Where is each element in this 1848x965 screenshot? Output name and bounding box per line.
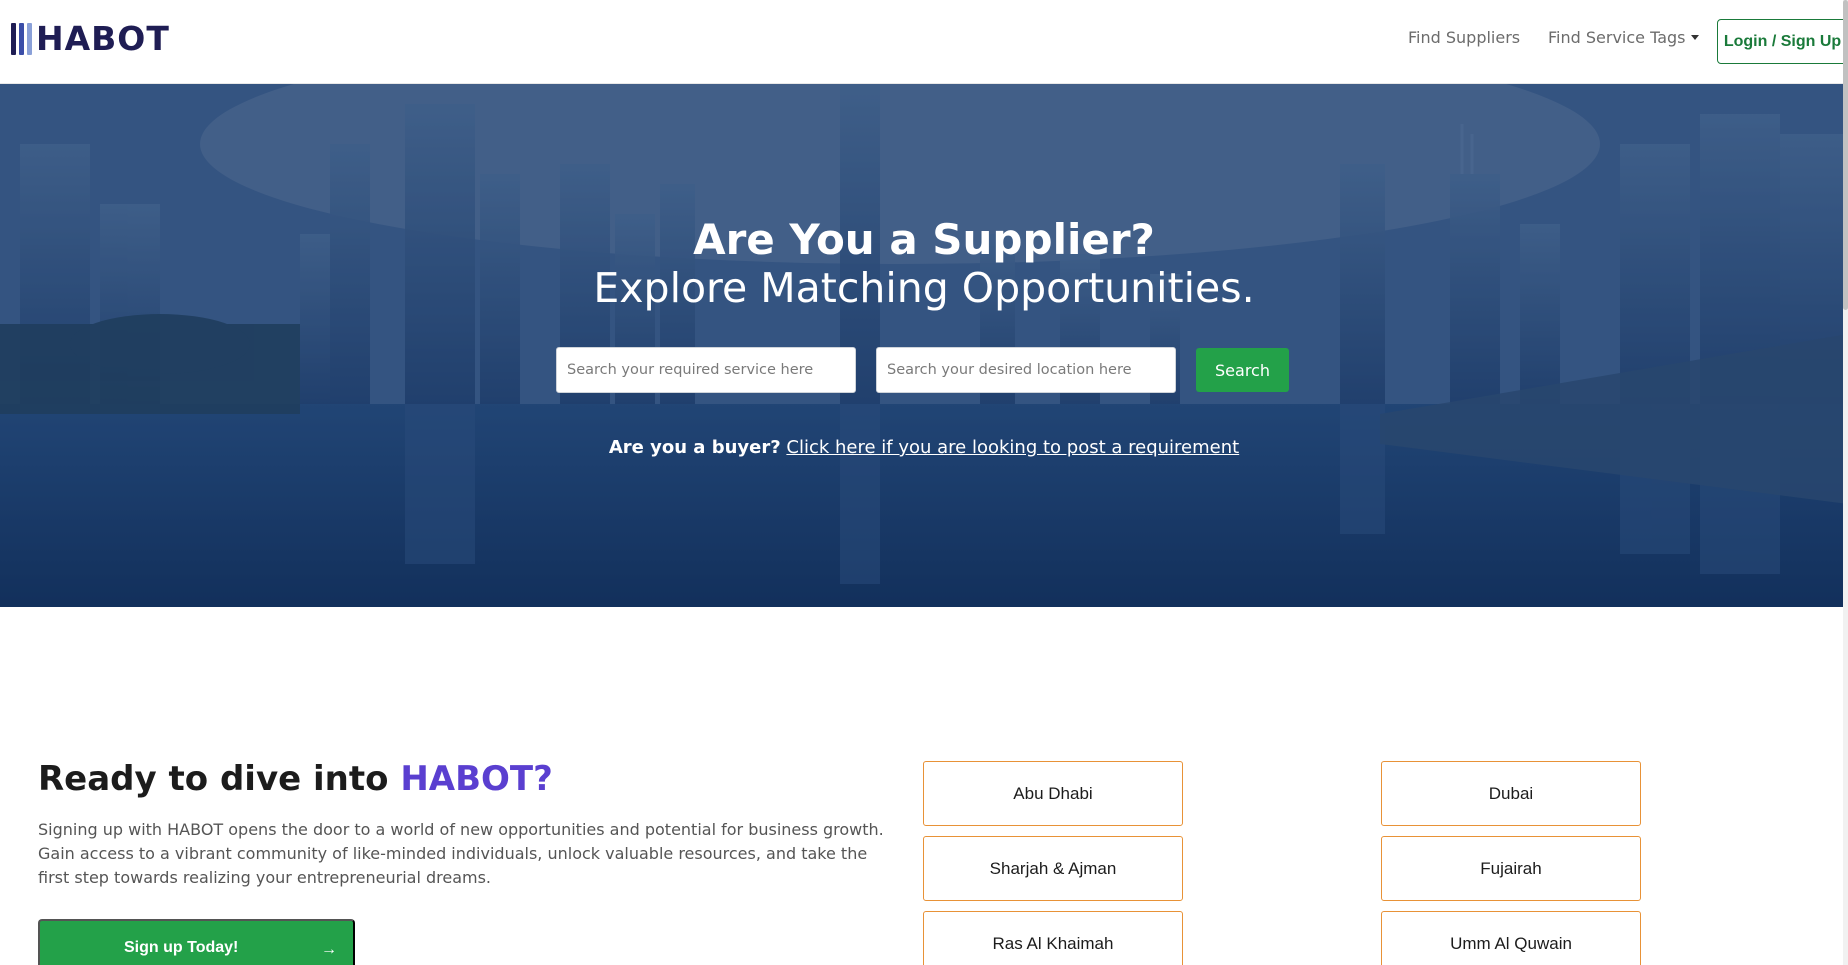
- location-search-input[interactable]: [876, 347, 1176, 393]
- login-signup-button[interactable]: Login / Sign Up: [1717, 19, 1848, 64]
- ready-heading-brand: HABOT?: [400, 759, 553, 799]
- location-abu-dhabi[interactable]: Abu Dhabi: [923, 761, 1183, 826]
- signup-today-button[interactable]: Sign up Today! →: [38, 919, 355, 965]
- location-dubai[interactable]: Dubai: [1381, 761, 1641, 826]
- location-umm-al-quwain[interactable]: Umm Al Quwain: [1381, 911, 1641, 965]
- location-sharjah-ajman[interactable]: Sharjah & Ajman: [923, 836, 1183, 901]
- hero-title: Are You a Supplier?: [693, 215, 1155, 264]
- caret-down-icon: [1690, 35, 1699, 40]
- nav-find-suppliers[interactable]: Find Suppliers: [1408, 28, 1520, 47]
- buyer-question: Are you a buyer?: [608, 437, 781, 458]
- hero-subtitle: Explore Matching Opportunities.: [593, 264, 1255, 312]
- location-fujairah[interactable]: Fujairah: [1381, 836, 1641, 901]
- ready-heading: Ready to dive into HABOT?: [38, 757, 553, 801]
- post-requirement-link[interactable]: Click here if you are looking to post a …: [786, 437, 1239, 458]
- buyer-prompt: Are you a buyer? Click here if you are l…: [0, 436, 1848, 460]
- service-search-input[interactable]: [556, 347, 856, 393]
- habot-logo[interactable]: HABOT: [11, 22, 170, 56]
- signup-today-label: Sign up Today!: [124, 939, 239, 956]
- search-button[interactable]: Search: [1196, 348, 1289, 392]
- ready-heading-prefix: Ready to dive into: [38, 759, 401, 799]
- nav-find-service-tags-label: Find Service Tags: [1548, 28, 1686, 47]
- scrollbar-thumb[interactable]: [1843, 0, 1848, 310]
- ready-description: Signing up with HABOT opens the door to …: [38, 820, 884, 887]
- location-ras-al-khaimah[interactable]: Ras Al Khaimah: [923, 911, 1183, 965]
- logo-bars-icon: [11, 23, 32, 55]
- hero-overlay: [0, 84, 1848, 607]
- logo-text: HABOT: [36, 19, 170, 58]
- top-navbar: HABOT Find Suppliers Find Service Tags L…: [0, 0, 1848, 84]
- page-scrollbar[interactable]: [1843, 0, 1848, 965]
- hero-banner: Are You a Supplier? Explore Matching Opp…: [0, 84, 1848, 607]
- nav-find-service-tags[interactable]: Find Service Tags: [1548, 28, 1699, 47]
- arrow-right-icon: →: [321, 941, 337, 958]
